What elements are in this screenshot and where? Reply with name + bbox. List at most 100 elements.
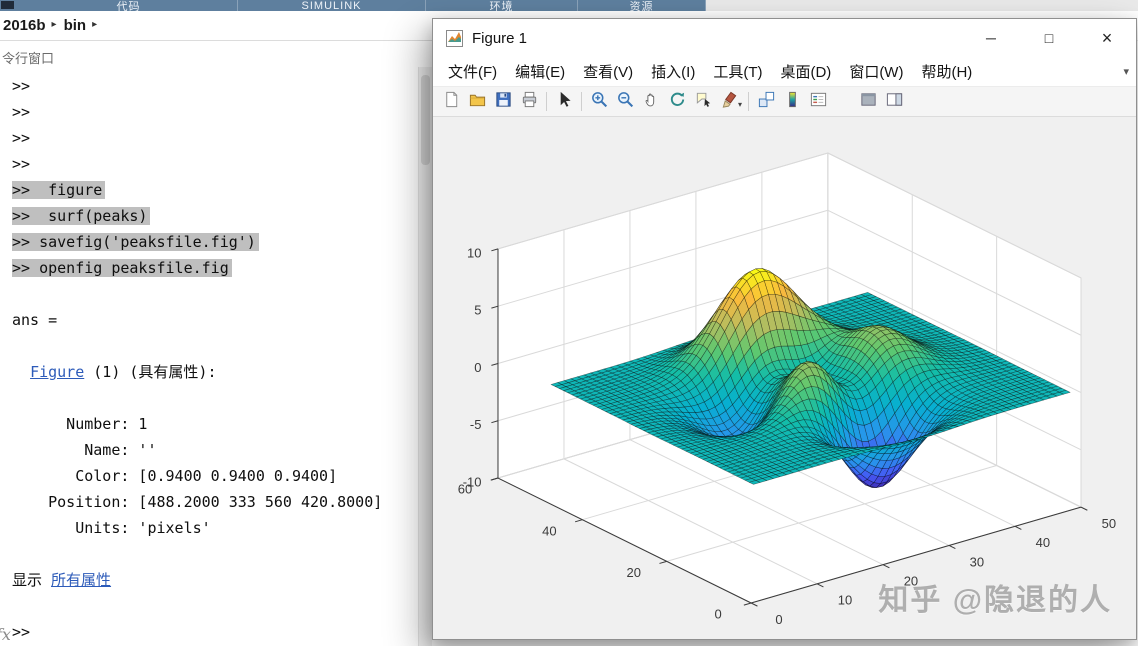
command-line: >> [12,77,31,95]
window-controls: ─ □ × [962,19,1136,57]
rotate-3d-button[interactable] [664,89,690,115]
selected-command-text: >> surf(peaks) [12,207,151,225]
command-window-input[interactable]: >> >> >> >> >> figure >> surf(peaks) >> savefi… [0,67,419,646]
command-line: >> openfig peaksfile.fig [12,255,419,281]
surface-plot-canvas[interactable] [433,117,1136,639]
zoom-out-icon [616,90,635,114]
command-line [12,385,419,411]
command-window-scrollbar[interactable] [418,67,432,646]
command-line: Figure (1) (具有属性): [30,363,217,381]
breadcrumb-item-bin[interactable]: bin [61,17,89,34]
ribbon-section-resources: 资源 [578,0,706,11]
menu-window[interactable]: 窗口(W) [840,58,912,85]
figure-app-icon [446,29,463,47]
ribbon-filler [706,0,1138,11]
minimize-button[interactable]: ─ [962,19,1020,57]
insert-colorbar-icon [783,90,802,114]
command-window-panel: 令行窗口 >> >> >> >> >> figure >> surf(peaks) >> s… [0,40,432,646]
toolbar-separator [581,92,582,111]
figure-titlebar[interactable]: Figure 1 ─ □ × [433,19,1136,57]
command-line: Units: 'pixels' [12,519,211,537]
hide-plot-tools-button[interactable] [855,89,881,115]
zoom-in-icon [590,90,609,114]
menu-edit[interactable]: 编辑(E) [506,58,574,85]
command-line: Number: 1 [12,415,148,433]
data-cursor-icon [694,90,713,114]
ribbon-section-simulink: SIMULINK [238,0,426,11]
command-line: >> [12,155,31,173]
menu-help[interactable]: 帮助(H) [912,58,981,85]
breadcrumb-item-2016b[interactable]: 2016b [0,17,48,34]
breadcrumb-arrow-icon: ▸ [51,19,57,30]
link-plot-icon [757,90,776,114]
save-figure-button[interactable] [490,89,516,115]
hide-plot-tools-icon [859,90,878,114]
figure-toolbar: ▾ [433,86,1136,117]
scrollbar-thumb[interactable] [421,75,430,165]
figure-plot-area: 知乎 @隐退的人 [433,117,1136,639]
selected-command-text: >> savefig('peaksfile.fig') [12,233,259,251]
menubar-overflow-icon[interactable]: ▾ [1123,65,1136,78]
command-line: 显示 所有属性 [12,571,112,589]
window-title: Figure 1 [472,29,528,47]
brush-icon [720,90,739,114]
toolstrip-section-bar: 代码 SIMULINK 环境 资源 [0,0,1138,11]
command-line [12,593,419,619]
selected-command-text: >> openfig peaksfile.fig [12,259,232,277]
ribbon-section-code: 代码 [20,0,238,11]
command-line: >> figure [12,177,419,203]
command-line: ans = [12,311,67,329]
open-file-icon [468,90,487,114]
rotate-3d-icon [668,90,687,114]
print-figure-icon [520,90,539,114]
pan-icon [642,90,661,114]
open-file-button[interactable] [464,89,490,115]
show-plot-tools-icon [885,90,904,114]
menu-desktop[interactable]: 桌面(D) [771,58,840,85]
data-cursor-button[interactable] [690,89,716,115]
command-line [12,281,419,307]
selected-command-text: >> figure [12,181,106,199]
command-line: >> [12,103,31,121]
print-figure-button[interactable] [516,89,542,115]
pan-button[interactable] [638,89,664,115]
command-line: >> [12,623,31,641]
zoom-in-button[interactable] [586,89,612,115]
toolbar-separator [546,92,547,111]
all-properties-link[interactable]: 所有属性 [51,571,111,589]
command-line: >> savefig('peaksfile.fig') [12,229,419,255]
command-line: >> [12,129,31,147]
fx-function-hint: fx [0,625,11,644]
insert-legend-button[interactable] [805,89,831,115]
command-line [12,333,419,359]
edit-plot-button[interactable] [551,89,577,115]
toolbar-separator [748,92,750,111]
link-plot-button[interactable] [753,89,779,115]
brush-dropdown-caret[interactable]: ▾ [738,100,742,109]
maximize-button[interactable]: □ [1020,19,1078,57]
menu-file[interactable]: 文件(F) [439,58,506,85]
show-plot-tools-button[interactable] [881,89,907,115]
zoom-out-button[interactable] [612,89,638,115]
new-figure-icon [442,90,461,114]
save-figure-icon [494,90,513,114]
command-line: Color: [0.9400 0.9400 0.9400] [12,467,338,485]
edit-plot-icon [555,90,574,114]
menu-tools[interactable]: 工具(T) [704,58,771,85]
breadcrumb-arrow-icon: ▸ [92,19,98,30]
command-line: Name: '' [12,441,157,459]
command-line: Position: [488.2000 333 560 420.8000] [12,493,383,511]
new-figure-button[interactable] [438,89,464,115]
figure-window: Figure 1 ─ □ × 文件(F) 编辑(E) 查看(V) 插入(I) 工具(T)… [432,18,1137,640]
close-button[interactable]: × [1078,19,1136,57]
insert-colorbar-button[interactable] [779,89,805,115]
app-logo-icon [1,1,14,9]
command-line [12,541,419,567]
menu-insert[interactable]: 插入(I) [642,58,704,85]
insert-legend-icon [809,90,828,114]
menu-view[interactable]: 查看(V) [574,58,642,85]
ribbon-section-environment: 环境 [426,0,578,11]
figure-menubar: 文件(F) 编辑(E) 查看(V) 插入(I) 工具(T) 桌面(D) 窗口(W) 帮助(H)… [433,57,1136,86]
command-line: >> surf(peaks) [12,203,419,229]
figure-properties-link[interactable]: Figure [30,363,84,381]
